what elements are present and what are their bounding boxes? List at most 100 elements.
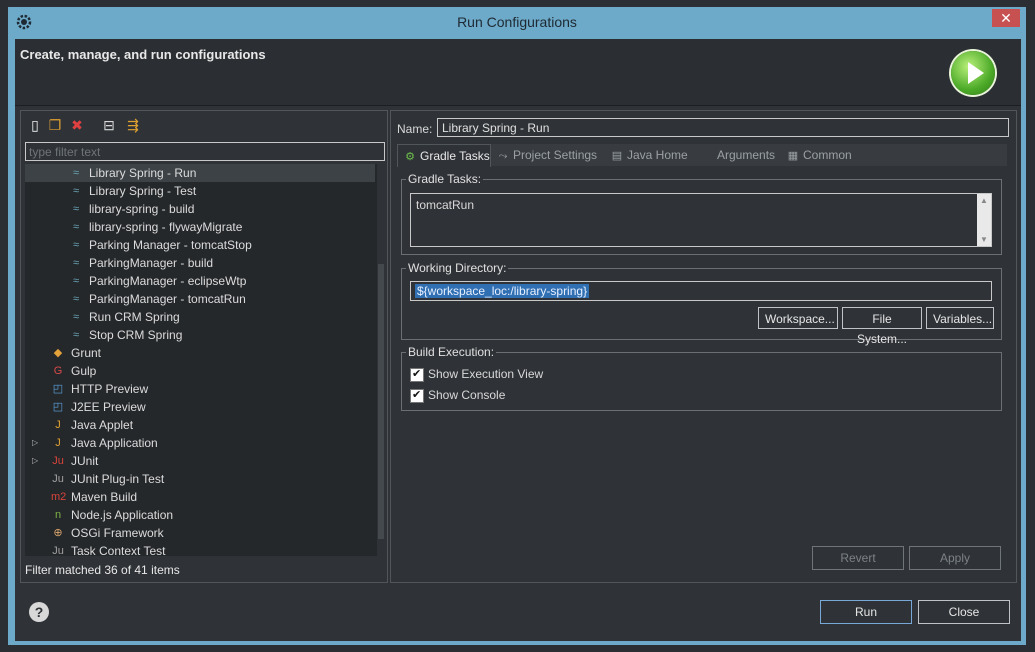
java-home-icon: ▤: [611, 150, 623, 162]
build-execution-group: Build Execution: Show Execution View Sho…: [401, 345, 1002, 411]
filter-icon[interactable]: ⇶: [125, 117, 141, 133]
tab-project-settings[interactable]: ⤳ Project Settings: [491, 144, 603, 166]
file-system-button[interactable]: File System...: [842, 307, 922, 346]
tree-item[interactable]: Ju Task Context Test: [25, 542, 379, 556]
close-button[interactable]: Close: [918, 600, 1010, 624]
filter-input[interactable]: [25, 142, 385, 161]
expand-arrow-icon[interactable]: ▷: [32, 434, 38, 452]
gradle-tasks-group: Gradle Tasks: tomcatRun ▲ ▼: [401, 172, 1002, 255]
gradle-icon: ≈: [72, 257, 80, 269]
tree-item[interactable]: ▷ J Java Application: [25, 434, 379, 452]
gradle-icon: ≈: [72, 221, 80, 233]
junit-plugin-icon: Ju: [52, 473, 64, 485]
tree-item[interactable]: ≈ Stop CRM Spring: [25, 326, 379, 344]
filter-status: Filter matched 36 of 41 items: [25, 563, 180, 577]
gradle-icon: ≈: [72, 329, 80, 341]
delete-icon[interactable]: ✖: [69, 117, 85, 133]
tree-item[interactable]: ≈ ParkingManager - eclipseWtp: [25, 272, 379, 290]
show-execution-view-checkbox[interactable]: [410, 367, 424, 382]
gradle-tasks-textarea[interactable]: tomcatRun ▲ ▼: [410, 193, 992, 247]
tree-item[interactable]: ≈ ParkingManager - build: [25, 254, 379, 272]
scroll-up-icon[interactable]: ▲: [980, 196, 988, 205]
variables-button[interactable]: Variables...: [926, 307, 994, 329]
tree-item-label: J2EE Preview: [71, 400, 146, 414]
workspace-button[interactable]: Workspace...: [758, 307, 838, 329]
tree-item[interactable]: G Gulp: [25, 362, 379, 380]
junit-icon: Ju: [52, 455, 64, 467]
tree-item[interactable]: ≈ Parking Manager - tomcatStop: [25, 236, 379, 254]
tab-label: Arguments: [717, 148, 776, 162]
working-directory-value: ${workspace_loc:/library-spring}: [415, 284, 590, 298]
tree-item[interactable]: Ju JUnit Plug-in Test: [25, 470, 379, 488]
tree-item[interactable]: ◰ J2EE Preview: [25, 398, 379, 416]
working-directory-field[interactable]: ${workspace_loc:/library-spring}: [410, 281, 992, 301]
tab-label: Common: [803, 148, 852, 162]
show-console-checkbox[interactable]: [410, 388, 424, 403]
duplicate-icon[interactable]: ❐: [47, 117, 63, 133]
tree-item[interactable]: ≈ Run CRM Spring: [25, 308, 379, 326]
gradle-icon: ≈: [72, 203, 80, 215]
tree-item-label: Library Spring - Test: [89, 184, 197, 198]
name-field[interactable]: [437, 118, 1009, 137]
tree-item[interactable]: ▷ Ju JUnit: [25, 452, 379, 470]
project-settings-icon: ⤳: [498, 150, 508, 162]
tree-item[interactable]: J Java Applet: [25, 416, 379, 434]
tree-item[interactable]: ◰ HTTP Preview: [25, 380, 379, 398]
common-icon: ▦: [787, 150, 799, 162]
grunt-icon: ◆: [53, 347, 63, 359]
gradle-tasks-legend: Gradle Tasks:: [406, 172, 484, 186]
tree-item[interactable]: ≈ library-spring - flywayMigrate: [25, 218, 379, 236]
gradle-tasks-icon: ⚙: [405, 151, 415, 163]
scroll-down-icon[interactable]: ▼: [980, 235, 988, 244]
tree-item-label: Task Context Test: [71, 544, 166, 556]
tree-item[interactable]: n Node.js Application: [25, 506, 379, 524]
window-close-button[interactable]: ✕: [992, 9, 1020, 27]
tree-item-label: Grunt: [71, 346, 102, 360]
configuration-editor: Name: ⚙ Gradle Tasks ⤳ Project Settings ▤ J…: [390, 110, 1017, 583]
collapse-all-icon[interactable]: ⊟: [101, 117, 117, 133]
gradle-icon: ≈: [72, 167, 80, 179]
tree-scrollbar[interactable]: [377, 164, 385, 556]
tree-item[interactable]: ≈ Library Spring - Run: [25, 164, 375, 182]
tab-common[interactable]: ▦ Common: [781, 144, 861, 166]
expand-arrow-icon[interactable]: ▷: [32, 452, 38, 470]
nodejs-icon: n: [54, 509, 62, 521]
tree-item[interactable]: ≈ library-spring - build: [25, 200, 379, 218]
run-banner-icon: [951, 51, 995, 95]
name-label: Name:: [397, 122, 433, 136]
tree-item[interactable]: ⊕ OSGi Framework: [25, 524, 379, 542]
tree-scrollbar-thumb[interactable]: [378, 264, 384, 539]
tree-item[interactable]: m2 Maven Build: [25, 488, 379, 506]
tree-item-label: Parking Manager - tomcatStop: [89, 238, 252, 252]
title-bar: Run Configurations ✕: [8, 7, 1026, 39]
tree-item[interactable]: ≈ ParkingManager - tomcatRun: [25, 290, 379, 308]
tree-item-label: ParkingManager - tomcatRun: [89, 292, 246, 306]
run-button[interactable]: Run: [820, 600, 912, 624]
tab-java-home[interactable]: ▤ Java Home: [605, 144, 693, 166]
header-title: Create, manage, and run configurations: [20, 47, 266, 62]
java-application-icon: J: [55, 437, 61, 449]
tab-gradle-tasks[interactable]: ⚙ Gradle Tasks: [397, 144, 491, 167]
tree-item-label: library-spring - build: [89, 202, 195, 216]
tab-label: Java Home: [627, 148, 688, 162]
tab-arguments[interactable]: Arguments: [695, 144, 779, 166]
tree-item-label: ParkingManager - build: [89, 256, 214, 270]
tree-item[interactable]: ≈ Library Spring - Test: [25, 182, 379, 200]
tree-item-label: Run CRM Spring: [89, 310, 180, 324]
tree-item-label: Stop CRM Spring: [89, 328, 183, 342]
tree-item-label: JUnit: [71, 454, 99, 468]
window-title: Run Configurations: [457, 14, 577, 30]
gulp-icon: G: [53, 365, 63, 377]
show-execution-view-label: Show Execution View: [428, 367, 544, 381]
tree-item[interactable]: ◆ Grunt: [25, 344, 379, 362]
help-icon[interactable]: ?: [29, 602, 49, 622]
revert-button[interactable]: Revert: [812, 546, 904, 570]
build-execution-legend: Build Execution:: [406, 345, 497, 359]
tree-item-label: Library Spring - Run: [89, 166, 197, 180]
new-launch-config-icon[interactable]: ▯: [27, 117, 43, 133]
tasks-scrollbar[interactable]: ▲ ▼: [977, 194, 991, 246]
task-context-icon: Ju: [52, 545, 64, 556]
config-tabs: ⚙ Gradle Tasks ⤳ Project Settings ▤ Java Ho…: [397, 144, 1007, 167]
apply-button[interactable]: Apply: [909, 546, 1001, 570]
tree-item-label: Java Application: [71, 436, 158, 450]
